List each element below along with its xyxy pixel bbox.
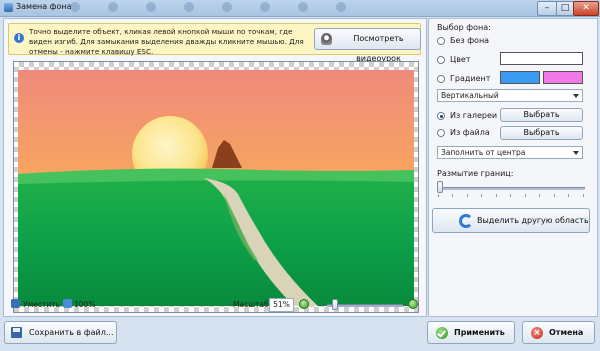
preview-panel: i Точно выделите объект, кликая левой кн…: [3, 18, 427, 317]
zoom-in-button[interactable]: [408, 299, 418, 309]
file-choose-button[interactable]: Выбрать: [500, 126, 583, 140]
fit-icon: [11, 299, 20, 308]
apply-label: Применить: [454, 328, 505, 337]
background-toolbar-icons: [70, 2, 400, 14]
minimize-button[interactable]: –: [537, 1, 557, 16]
gradient-color-1-swatch[interactable]: [500, 71, 540, 84]
scale-value-field[interactable]: 51%: [269, 298, 294, 312]
color-swatch[interactable]: [500, 52, 583, 65]
fill-mode-value: Заполнить от центра: [441, 148, 526, 157]
save-to-file-button[interactable]: Сохранить в файл...: [4, 321, 117, 344]
fill-mode-select[interactable]: Заполнить от центра: [437, 146, 583, 159]
refresh-icon: [459, 214, 473, 228]
gradient-direction-select[interactable]: Вертикальный: [437, 89, 583, 102]
select-another-area-label: Выделить другую область: [477, 216, 589, 225]
app-icon: [4, 3, 13, 12]
scale-label: Масштаб:: [233, 300, 272, 309]
status-bar: Уместить 100% Масштаб: 51%: [3, 296, 425, 314]
title-bar: Замена фона – □ ✕: [0, 0, 600, 17]
option-label: Из галереи: [450, 111, 498, 120]
blur-label: Размытие границ:: [437, 169, 514, 178]
landscape-photo: [18, 70, 414, 306]
close-icon: ×: [531, 327, 543, 339]
cancel-button[interactable]: × Отмена: [522, 321, 595, 344]
background-options-panel: Выбор фона: Без фона Цвет Градиент Верти…: [428, 18, 598, 317]
radio-no-background[interactable]: [437, 37, 445, 45]
apply-button[interactable]: Применить: [427, 321, 515, 344]
blur-slider-ticks: [438, 194, 584, 197]
option-label: Из файла: [450, 128, 490, 137]
fit-button[interactable]: Уместить: [23, 300, 60, 309]
footer-bar: Сохранить в файл... Применить × Отмена: [0, 317, 600, 351]
maximize-button[interactable]: □: [556, 1, 574, 16]
hint-box: i Точно выделите объект, кликая левой кн…: [8, 23, 421, 63]
zoom-100-button[interactable]: 100%: [74, 300, 95, 309]
chevron-down-icon: [573, 94, 579, 98]
gradient-direction-value: Вертикальный: [441, 91, 499, 100]
radio-color[interactable]: [437, 56, 445, 64]
zoom-slider-track[interactable]: [327, 304, 403, 307]
hint-text: Точно выделите объект, кликая левой кноп…: [29, 27, 304, 56]
blur-slider-thumb[interactable]: [437, 181, 443, 193]
cancel-label: Отмена: [549, 328, 584, 337]
info-icon: i: [14, 33, 24, 43]
zoom-slider-thumb[interactable]: [332, 299, 338, 310]
option-label: Цвет: [450, 55, 471, 64]
actual-size-icon: [63, 299, 72, 308]
select-another-area-button[interactable]: Выделить другую область: [432, 208, 590, 233]
checkmark-icon: [436, 327, 448, 339]
blur-slider-track[interactable]: [437, 187, 585, 190]
radio-gallery[interactable]: [437, 112, 445, 120]
floppy-disk-icon: [11, 327, 22, 338]
option-label: Градиент: [450, 74, 491, 83]
watch-video-button[interactable]: Посмотреть видеоурок: [314, 28, 421, 63]
radio-file[interactable]: [437, 129, 445, 137]
option-label: Без фона: [450, 36, 490, 45]
gradient-color-2-swatch[interactable]: [543, 71, 583, 84]
chevron-down-icon: [573, 151, 579, 155]
save-to-file-label: Сохранить в файл...: [29, 328, 114, 337]
radio-gradient[interactable]: [437, 75, 445, 83]
image-canvas[interactable]: [13, 61, 419, 313]
background-choice-title: Выбор фона:: [437, 23, 491, 32]
window-title: Замена фона: [16, 2, 72, 11]
zoom-out-button[interactable]: [299, 299, 309, 309]
close-button[interactable]: ✕: [573, 1, 599, 16]
webcam-icon: [321, 33, 332, 45]
gallery-choose-button[interactable]: Выбрать: [500, 108, 583, 122]
